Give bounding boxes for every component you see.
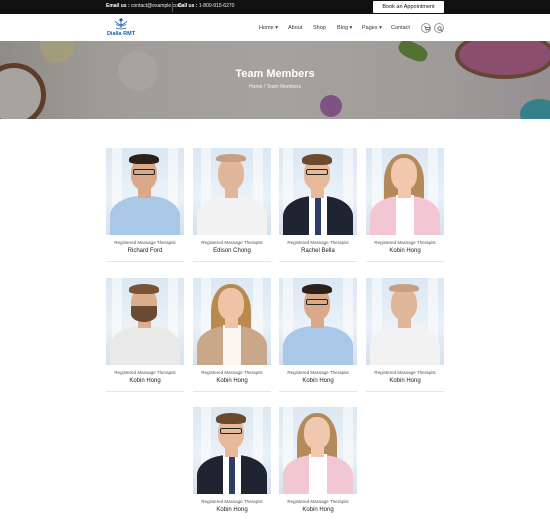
member-role: Registered Massage Therapist (201, 370, 263, 375)
member-photo[interactable] (279, 278, 357, 365)
search-icon (437, 26, 443, 32)
member-name[interactable]: Rachel Bella (279, 248, 357, 254)
divider (279, 391, 357, 392)
breadcrumb-current: Team Members (266, 84, 301, 90)
chevron-down-icon: ▾ (348, 25, 353, 31)
banner-overlay (0, 41, 550, 119)
page-title: Team Members (235, 68, 315, 80)
nav-home[interactable]: Home ▾ (259, 25, 278, 31)
member-photo[interactable] (193, 278, 271, 365)
divider (366, 391, 444, 392)
cart-button[interactable] (421, 23, 431, 33)
member-role: Registered Massage Therapist (287, 370, 349, 375)
nav-label: Pages (362, 25, 378, 31)
member-photo[interactable] (193, 148, 271, 235)
member-name[interactable]: Kobin Hong (193, 507, 271, 513)
email-link[interactable]: contact@example.com (131, 3, 182, 9)
member-role: Registered Massage Therapist (287, 499, 349, 504)
member-role: Registered Massage Therapist (287, 240, 349, 245)
divider (193, 261, 271, 262)
brand-name: Dialla RMT (106, 31, 136, 37)
member-name[interactable]: Richard Ford (106, 248, 184, 254)
nav-blog[interactable]: Blog ▾ (337, 25, 352, 31)
member-role: Registered Massage Therapist (114, 240, 176, 245)
chevron-down-icon: ▾ (273, 25, 278, 31)
member-role: Registered Massage Therapist (201, 499, 263, 504)
member-role: Registered Massage Therapist (374, 370, 436, 375)
member-role: Registered Massage Therapist (374, 240, 436, 245)
lotus-icon (114, 18, 128, 30)
member-name[interactable]: Kobin Hong (106, 378, 184, 384)
nav-label: Contact (391, 25, 410, 31)
member-name[interactable]: Kobin Hong (366, 378, 444, 384)
phone-link[interactable]: 1-800-915-6270 (199, 3, 235, 9)
book-appointment-button[interactable]: Book an Appointment (373, 1, 444, 13)
top-bar-divider (172, 2, 173, 12)
member-name[interactable]: Kobin Hong (279, 507, 357, 513)
member-photo[interactable] (106, 148, 184, 235)
breadcrumb-separator: / (263, 84, 266, 90)
nav-label: Home (259, 25, 274, 31)
member-photo[interactable] (279, 148, 357, 235)
cart-icon (424, 26, 430, 32)
divider (279, 261, 357, 262)
member-photo[interactable] (193, 407, 271, 494)
member-name[interactable]: Kobin Hong (279, 378, 357, 384)
chevron-down-icon: ▾ (377, 25, 382, 31)
nav-shop[interactable]: Shop (313, 25, 326, 31)
member-photo[interactable] (366, 278, 444, 365)
email-label: Email us : (106, 3, 130, 9)
member-photo[interactable] (106, 278, 184, 365)
nav-contact[interactable]: Contact (391, 25, 410, 31)
member-name[interactable]: Kobin Hong (366, 248, 444, 254)
divider (366, 261, 444, 262)
member-name[interactable]: Kobin Hong (193, 378, 271, 384)
email-contact: Email us : contact@example.com (106, 3, 182, 9)
nav-label: Shop (313, 25, 326, 31)
divider (106, 261, 184, 262)
divider (193, 391, 271, 392)
member-role: Registered Massage Therapist (201, 240, 263, 245)
call-label: Call us : (178, 3, 198, 9)
nav-pages[interactable]: Pages ▾ (362, 25, 382, 31)
nav-about[interactable]: About (288, 25, 302, 31)
nav-label: About (288, 25, 303, 31)
phone-contact: Call us : 1-800-915-6270 (178, 3, 234, 9)
breadcrumb-home-link[interactable]: Home (249, 84, 262, 90)
search-button[interactable] (434, 23, 444, 33)
page-banner: Team Members Home / Team Members (0, 41, 550, 119)
nav-label: Blog (337, 25, 349, 31)
top-bar: Email us : contact@example.com Call us :… (0, 0, 550, 14)
site-header: Dialla RMT Home ▾ About Shop Blog ▾ Page… (0, 14, 550, 41)
member-photo[interactable] (366, 148, 444, 235)
member-role: Registered Massage Therapist (114, 370, 176, 375)
member-photo[interactable] (279, 407, 357, 494)
divider (106, 391, 184, 392)
site-logo[interactable]: Dialla RMT (105, 17, 137, 39)
member-name[interactable]: Edison Chong (193, 248, 271, 254)
breadcrumb: Home / Team Members (0, 84, 550, 90)
